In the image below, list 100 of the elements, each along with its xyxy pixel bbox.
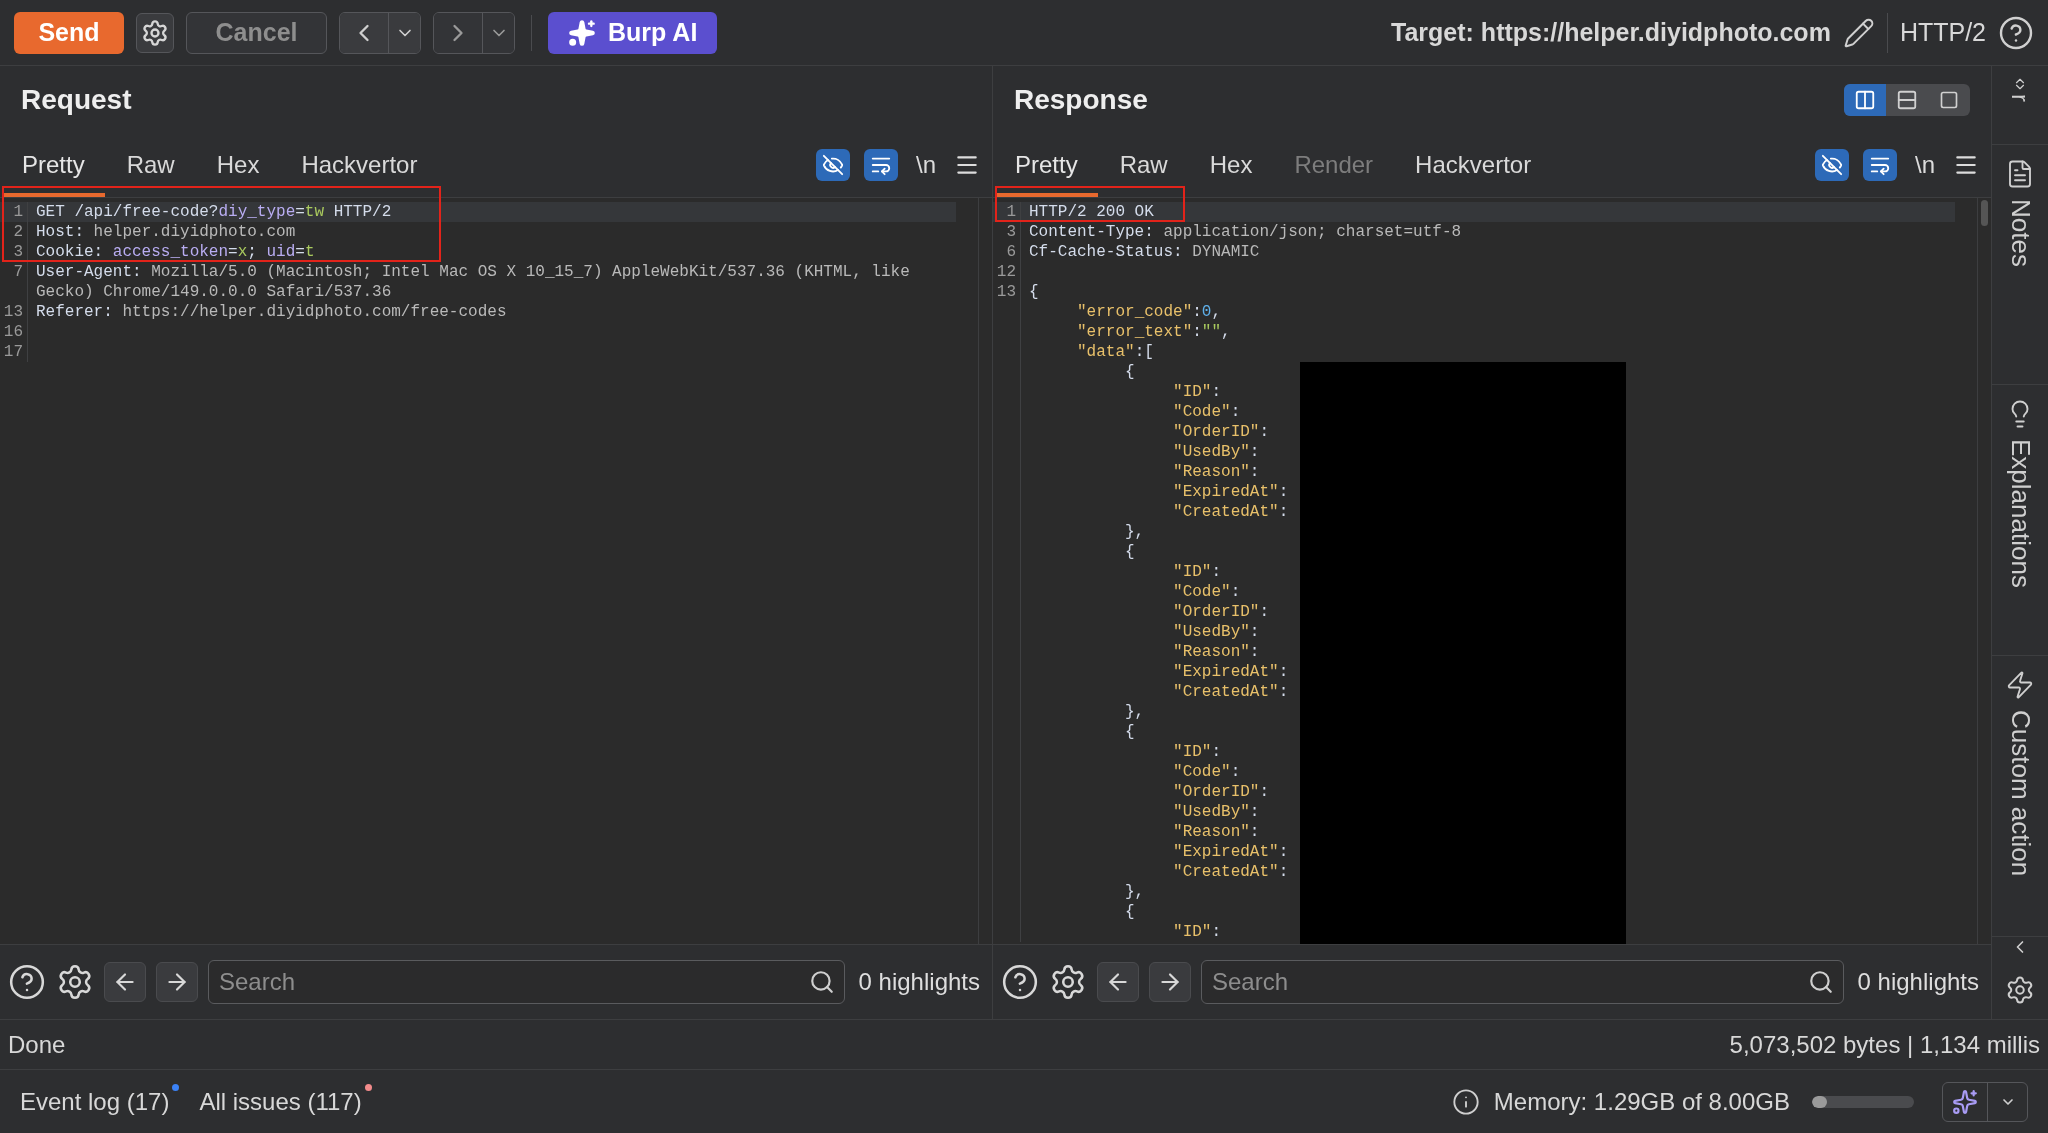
- code-line: "Reason":: [1172, 643, 1260, 661]
- code-line: "Code":: [1172, 583, 1241, 601]
- code-line: "Code":: [1172, 763, 1241, 781]
- code-line: "UsedBy":: [1172, 803, 1260, 821]
- code-line: {: [1124, 903, 1135, 921]
- code-line: Cookie: access_token=x; uid=t: [36, 243, 315, 261]
- burp-ai-button[interactable]: Burp AI: [548, 11, 718, 54]
- search-icon[interactable]: [808, 969, 835, 995]
- cancel-button[interactable]: Cancel: [186, 11, 327, 54]
- wrap-lines-toggle[interactable]: [864, 149, 898, 181]
- code-line: {: [1124, 363, 1135, 381]
- code-line: "CreatedAt":: [1172, 503, 1289, 521]
- code-line: "error_code":0,: [1076, 303, 1222, 321]
- sparkle-icon: [568, 18, 596, 47]
- code-line: "Reason":: [1172, 823, 1260, 841]
- search-field[interactable]: Search: [208, 960, 845, 1004]
- hide-nonprintable-toggle[interactable]: [1815, 149, 1849, 181]
- editor-tab[interactable]: Hackvertor: [1395, 134, 1552, 197]
- sparkle-icon: [1952, 1088, 1978, 1115]
- code-line: "OrderID":: [1172, 603, 1270, 621]
- line-number: 16: [3, 323, 23, 341]
- settings-icon[interactable]: [1049, 963, 1087, 1001]
- search-icon[interactable]: [1807, 969, 1834, 995]
- help-icon[interactable]: [1998, 14, 2034, 51]
- editor-tab[interactable]: Hackvertor: [281, 134, 438, 197]
- code-line: {: [1124, 723, 1135, 741]
- scrollbar-thumb[interactable]: [1981, 200, 1988, 226]
- previous-button[interactable]: [1097, 962, 1139, 1002]
- search-field[interactable]: Search: [1201, 960, 1844, 1004]
- code-line: {: [1029, 283, 1039, 301]
- editor-tab[interactable]: Raw: [1099, 134, 1188, 197]
- code-line: },: [1124, 703, 1145, 721]
- highlights-count: 0 highlights: [1856, 967, 1980, 997]
- settings-button[interactable]: [136, 12, 174, 53]
- columns-layout-button[interactable]: [1844, 84, 1886, 116]
- line-number: 17: [3, 343, 23, 361]
- help-icon[interactable]: [8, 963, 46, 1001]
- wrap-lines-toggle[interactable]: [1863, 149, 1897, 181]
- target-label: Target: https://helper.diyidphoto.com: [1391, 16, 1831, 48]
- previous-button[interactable]: [104, 962, 146, 1002]
- line-number: 1: [13, 203, 23, 221]
- forward-button[interactable]: [434, 12, 482, 53]
- side-panel-tab[interactable]: Explanations: [2000, 439, 2040, 589]
- code-line: "ID":: [1172, 383, 1222, 401]
- code-line: "Reason":: [1172, 463, 1260, 481]
- code-line: {: [1124, 543, 1135, 561]
- next-button[interactable]: [156, 962, 198, 1002]
- status-message: Done: [8, 1029, 66, 1060]
- settings-icon[interactable]: [56, 963, 94, 1001]
- code-line: "CreatedAt":: [1172, 683, 1289, 701]
- inspector-tab[interactable]: r: [2002, 94, 2038, 102]
- event-log-tab[interactable]: Event log (17): [20, 1083, 180, 1120]
- rows-icon: [1896, 89, 1918, 111]
- code-line: "Code":: [1172, 403, 1241, 421]
- code-line: Referer: https://helper.diyidphoto.com/free-codes: [36, 303, 507, 321]
- columns-icon: [1854, 89, 1876, 111]
- edit-icon[interactable]: [1842, 16, 1875, 49]
- newline-toggle[interactable]: \n: [1911, 147, 1939, 183]
- eye-off-icon: [822, 154, 844, 176]
- code-line: "ExpiredAt":: [1172, 663, 1289, 681]
- line-number: 13: [3, 303, 23, 321]
- response-stats: 5,073,502 bytes | 1,134 millis: [1729, 1029, 2040, 1060]
- next-button[interactable]: [1149, 962, 1191, 1002]
- code-line: "OrderID":: [1172, 783, 1270, 801]
- hide-nonprintable-toggle[interactable]: [816, 149, 850, 181]
- highlights-count: 0 highlights: [857, 967, 981, 997]
- help-icon[interactable]: [1001, 963, 1039, 1001]
- code-line: "ExpiredAt":: [1172, 843, 1289, 861]
- side-panel-tab[interactable]: Notes: [2000, 199, 2040, 268]
- memory-label: Memory: 1.29GB of 8.00GB: [1493, 1086, 1790, 1117]
- back-button[interactable]: [340, 12, 388, 53]
- code-line: "OrderID":: [1172, 423, 1270, 441]
- line-number: 3: [13, 243, 23, 261]
- code-line: "UsedBy":: [1172, 623, 1260, 641]
- code-line: "ID":: [1172, 743, 1222, 761]
- code-line: "ID":: [1172, 563, 1222, 581]
- line-number: 2: [13, 223, 23, 241]
- side-panel-tab[interactable]: Custom action: [2000, 709, 2040, 876]
- gear-icon: [141, 18, 169, 47]
- panel-title: Response: [1014, 83, 1148, 117]
- square-icon: [1939, 90, 1959, 110]
- info-icon[interactable]: [1451, 1087, 1480, 1116]
- line-number: 3: [1006, 223, 1016, 241]
- editor-tab[interactable]: Hex: [196, 134, 280, 197]
- code-line: "error_text":"",: [1076, 323, 1231, 341]
- line-number: 6: [1006, 243, 1016, 261]
- code-line: },: [1124, 523, 1145, 541]
- line-number: 13: [996, 283, 1016, 301]
- editor-tab[interactable]: Raw: [106, 134, 195, 197]
- protocol-label[interactable]: HTTP/2: [1899, 13, 1986, 52]
- newline-toggle[interactable]: \n: [912, 147, 940, 183]
- line-number: 12: [996, 263, 1016, 281]
- lightning-icon: [2005, 669, 2035, 700]
- code-line: HTTP/2 200 OK: [1029, 203, 1154, 221]
- eye-off-icon: [1821, 154, 1843, 176]
- code-line: GET /api/free-code?diy_type=tw HTTP/2: [36, 203, 392, 221]
- issues-tab[interactable]: All issues (117): [199, 1083, 372, 1120]
- editor-tab[interactable]: Hex: [1189, 134, 1273, 197]
- settings-icon[interactable]: [2005, 975, 2035, 1005]
- code-line: "data":[: [1076, 343, 1154, 361]
